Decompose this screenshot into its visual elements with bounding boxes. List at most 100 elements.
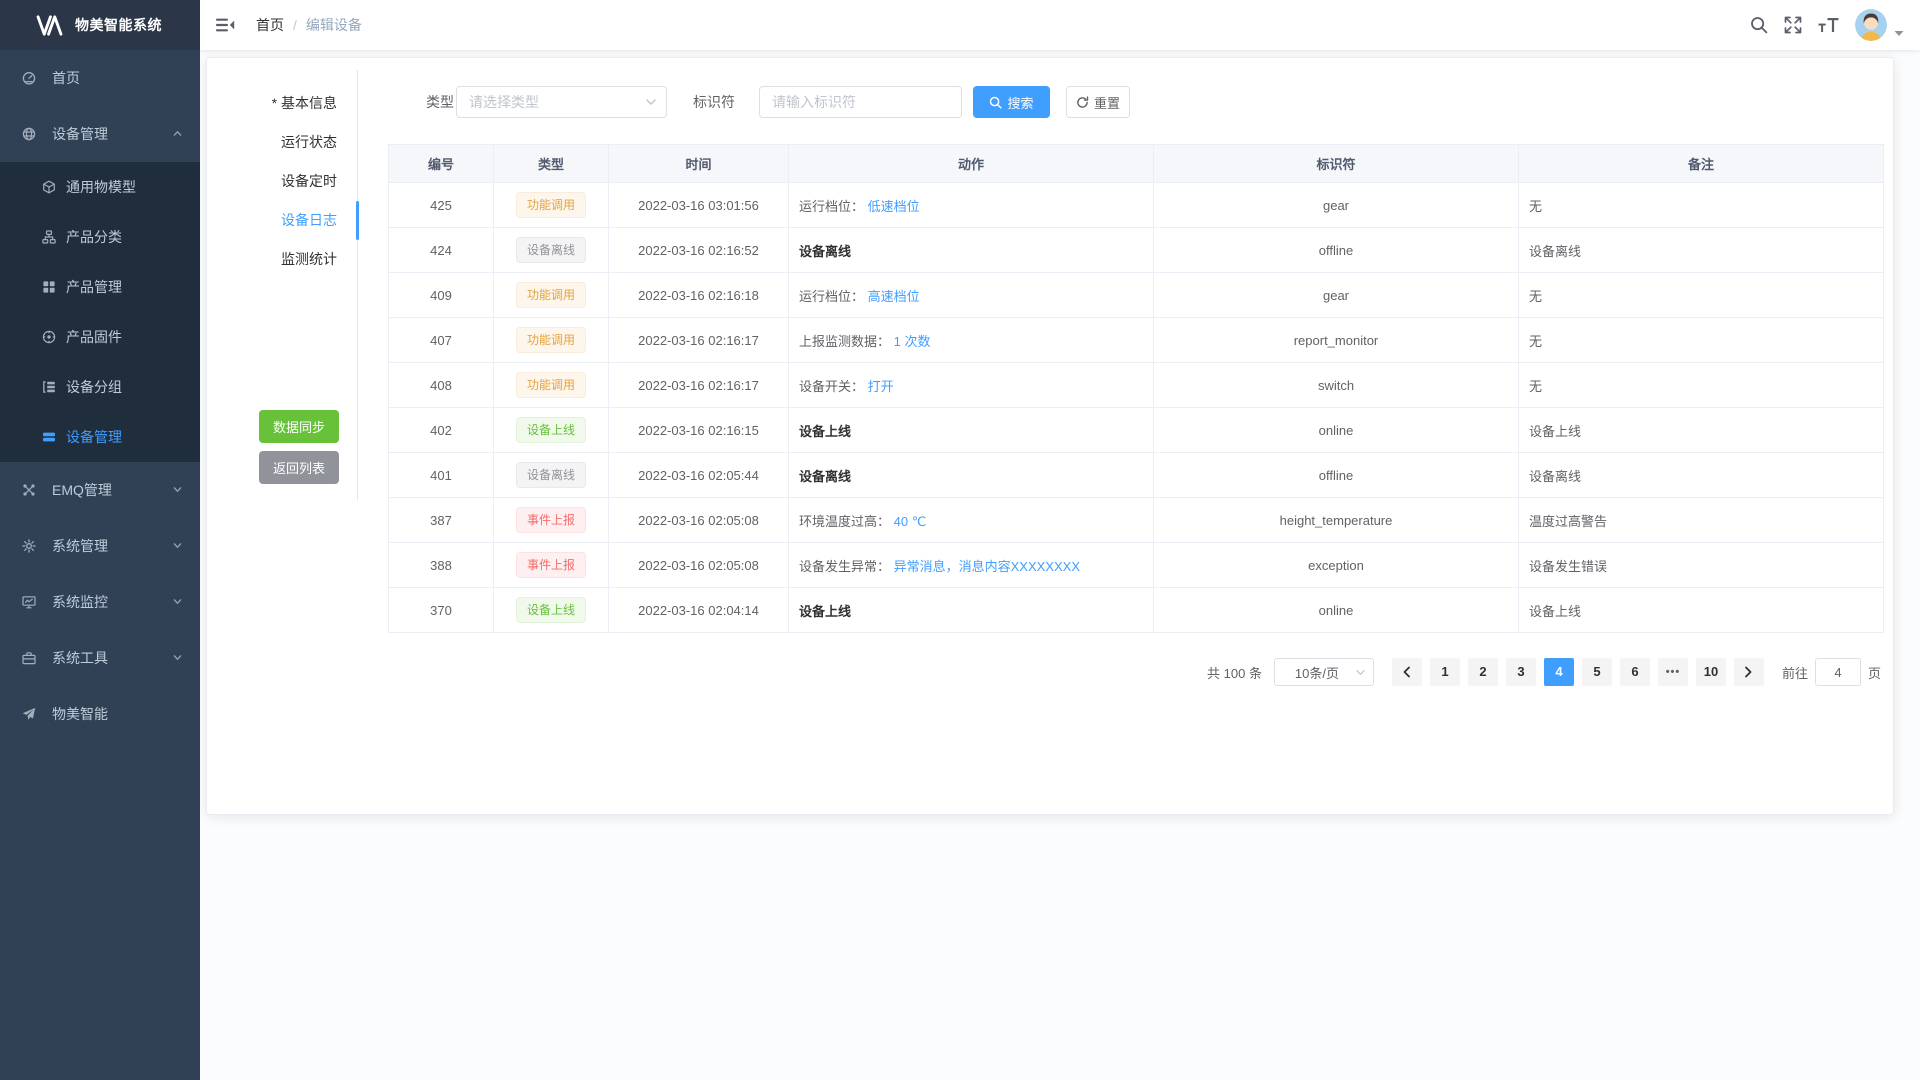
- table-row: 387事件上报2022-03-16 02:05:08环境温度过高： 40 ℃he…: [389, 498, 1884, 543]
- breadcrumb-home[interactable]: 首页: [256, 15, 284, 35]
- type-tag: 功能调用: [516, 327, 586, 353]
- sidebar-item-物美智能[interactable]: 物美智能: [0, 686, 200, 742]
- type-filter-label: 类型: [426, 86, 454, 118]
- cell-identifier: switch: [1154, 363, 1519, 408]
- sidebar-subitem-设备分组[interactable]: 设备分组: [0, 362, 200, 412]
- cell-action: 设备发生异常： 异常消息，消息内容XXXXXXXX: [789, 543, 1154, 588]
- page-size-select[interactable]: 10条/页: [1274, 658, 1374, 686]
- cell-type: 功能调用: [494, 318, 609, 363]
- table-row: 409功能调用2022-03-16 02:16:18运行档位： 高速档位gear…: [389, 273, 1884, 318]
- page-button-3[interactable]: 3: [1506, 658, 1536, 686]
- sidebar-subitem-产品管理[interactable]: 产品管理: [0, 262, 200, 312]
- cell-identifier: gear: [1154, 183, 1519, 228]
- cell-action: 运行档位： 高速档位: [789, 273, 1154, 318]
- cell-remark: 无: [1519, 318, 1884, 363]
- sidebar-item-label: 设备管理: [66, 427, 122, 447]
- sidebar-item-label: 系统管理: [52, 536, 108, 556]
- breadcrumb-separator: /: [293, 17, 297, 33]
- type-tag: 事件上报: [516, 552, 586, 578]
- sidebar-item-系统监控[interactable]: 系统监控: [0, 574, 200, 630]
- grid-icon: [42, 280, 56, 294]
- action-link[interactable]: 40 ℃: [894, 514, 927, 529]
- type-select[interactable]: 请选择类型: [456, 86, 667, 118]
- back-to-list-button[interactable]: 返回列表: [259, 451, 339, 484]
- page-button-2[interactable]: 2: [1468, 658, 1498, 686]
- cell-identifier: online: [1154, 408, 1519, 453]
- next-page-button[interactable]: [1734, 658, 1764, 686]
- tab-基本信息[interactable]: * 基本信息: [207, 84, 357, 123]
- search-button[interactable]: 搜索: [973, 86, 1050, 118]
- goto-page-group: 前往 页: [1782, 658, 1881, 686]
- sidebar-subitem-通用物模型[interactable]: 通用物模型: [0, 162, 200, 212]
- action-link[interactable]: 打开: [868, 379, 894, 394]
- cell-id: 388: [389, 543, 494, 588]
- page-size-value: 10条/页: [1295, 663, 1339, 682]
- cell-time: 2022-03-16 02:05:44: [609, 453, 789, 498]
- sidebar-subitem-产品分类[interactable]: 产品分类: [0, 212, 200, 262]
- cell-id: 402: [389, 408, 494, 453]
- tab-设备日志[interactable]: 设备日志: [207, 201, 357, 240]
- font-size-icon[interactable]: [1818, 16, 1839, 34]
- cell-type: 功能调用: [494, 183, 609, 228]
- cell-remark: 设备上线: [1519, 588, 1884, 633]
- cell-id: 401: [389, 453, 494, 498]
- action-link[interactable]: 低速档位: [868, 199, 920, 214]
- cell-time: 2022-03-16 03:01:56: [609, 183, 789, 228]
- chevron-down-icon: [1355, 669, 1366, 676]
- cell-action: 设备离线: [789, 228, 1154, 273]
- identifier-input[interactable]: [759, 86, 962, 118]
- chevron-down-icon: [645, 98, 657, 106]
- sidebar-item-label: 物美智能: [52, 704, 108, 724]
- page-button-6[interactable]: 6: [1620, 658, 1650, 686]
- reset-button-label: 重置: [1094, 93, 1120, 112]
- data-sync-button[interactable]: 数据同步: [259, 410, 339, 443]
- type-tag: 功能调用: [516, 282, 586, 308]
- column-header-备注: 备注: [1519, 145, 1884, 183]
- page-button-1[interactable]: 1: [1430, 658, 1460, 686]
- sidebar-item-首页[interactable]: 首页: [0, 50, 200, 106]
- page-button-10[interactable]: 10: [1696, 658, 1726, 686]
- cell-id: 408: [389, 363, 494, 408]
- goto-page-input[interactable]: [1815, 658, 1861, 686]
- fullscreen-icon[interactable]: [1784, 16, 1802, 34]
- action-label: 运行档位：: [799, 199, 864, 214]
- device-group-icon: [42, 380, 56, 394]
- sidebar-item-系统工具[interactable]: 系统工具: [0, 630, 200, 686]
- page-button-4[interactable]: 4: [1544, 658, 1574, 686]
- sidebar-subitem-设备管理[interactable]: 设备管理: [0, 412, 200, 462]
- type-tag: 设备离线: [516, 237, 586, 263]
- tab-设备定时[interactable]: 设备定时: [207, 162, 357, 201]
- user-menu[interactable]: [1855, 9, 1904, 41]
- sidebar-item-label: 通用物模型: [66, 177, 136, 197]
- action-link[interactable]: 1 次数: [894, 334, 931, 349]
- cell-identifier: report_monitor: [1154, 318, 1519, 363]
- sidebar-item-系统管理[interactable]: 系统管理: [0, 518, 200, 574]
- sidebar-item-EMQ管理[interactable]: EMQ管理: [0, 462, 200, 518]
- prev-page-button[interactable]: [1392, 658, 1422, 686]
- page-button-5[interactable]: 5: [1582, 658, 1612, 686]
- action-text: 设备上线: [799, 424, 851, 439]
- action-label: 上报监测数据：: [799, 334, 890, 349]
- type-tag: 设备上线: [516, 417, 586, 443]
- sidebar-collapse-icon[interactable]: [200, 15, 250, 35]
- cell-type: 设备离线: [494, 453, 609, 498]
- table-row: 401设备离线2022-03-16 02:05:44设备离线offline设备离…: [389, 453, 1884, 498]
- tabs-active-indicator: [356, 201, 359, 240]
- column-header-编号: 编号: [389, 145, 494, 183]
- action-link[interactable]: 异常消息，消息内容XXXXXXXX: [894, 559, 1080, 574]
- tab-运行状态[interactable]: 运行状态: [207, 123, 357, 162]
- action-label: 运行档位：: [799, 289, 864, 304]
- sidebar-subitem-产品固件[interactable]: 产品固件: [0, 312, 200, 362]
- sidebar-item-设备管理[interactable]: 设备管理: [0, 106, 200, 162]
- tab-监测统计[interactable]: 监测统计: [207, 240, 357, 279]
- avatar[interactable]: [1855, 9, 1887, 41]
- action-link[interactable]: 高速档位: [868, 289, 920, 304]
- cell-identifier: gear: [1154, 273, 1519, 318]
- chevron-down-icon: [172, 540, 183, 551]
- reset-button[interactable]: 重置: [1066, 86, 1130, 118]
- search-icon[interactable]: [1750, 16, 1768, 34]
- app-logo[interactable]: 物美智能系统: [0, 0, 200, 50]
- cell-type: 事件上报: [494, 498, 609, 543]
- more-pages-button[interactable]: •••: [1658, 658, 1688, 686]
- cell-id: 370: [389, 588, 494, 633]
